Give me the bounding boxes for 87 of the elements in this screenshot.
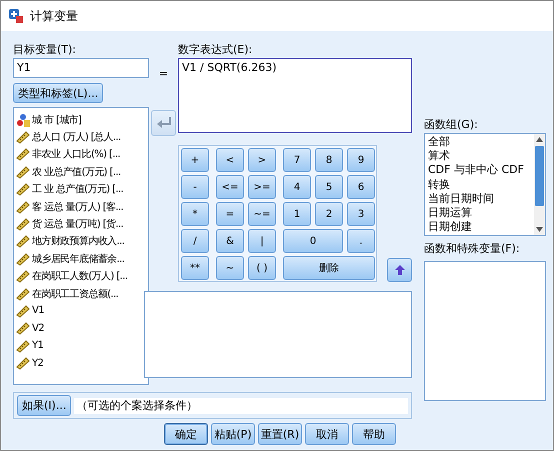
key-button[interactable]: >: [248, 148, 276, 172]
variable-name[interactable]: 地方财政预算内收入...: [32, 234, 124, 248]
variable-name[interactable]: 非农业 人口比(%) [...: [32, 147, 120, 162]
dialog-button[interactable]: 取消: [305, 423, 349, 445]
key-button[interactable]: >=: [248, 175, 276, 199]
key-button[interactable]: 7: [283, 148, 311, 172]
key-button[interactable]: 8: [315, 148, 343, 172]
nominal-variable-icon: [16, 112, 30, 127]
key-button[interactable]: 9: [347, 148, 375, 172]
equals-sign: =: [158, 67, 168, 80]
window-title: 计算变量: [30, 8, 78, 24]
condition-text: （可选的个案选择条件）: [74, 398, 408, 414]
key-button[interactable]: 1: [283, 202, 311, 226]
variable-name[interactable]: 货 运总 量(万吨) [货...: [32, 217, 124, 232]
key-button[interactable]: ( ): [248, 256, 276, 280]
if-button[interactable]: 如果(I)...: [17, 395, 72, 416]
variable-name[interactable]: 客 运总 量(万人) [客...: [32, 200, 124, 214]
key-button[interactable]: 4: [283, 175, 311, 199]
function-group-item[interactable]: 日期创建: [428, 220, 531, 234]
variable-name[interactable]: 总人口 (万人) [总人...: [32, 130, 121, 144]
variable-name[interactable]: V2: [32, 322, 44, 334]
key-button[interactable]: *: [181, 202, 209, 226]
function-group-item[interactable]: 转换: [428, 178, 531, 192]
key-button[interactable]: .: [347, 229, 375, 253]
ruler-icon: [16, 286, 30, 301]
key-button[interactable]: |: [248, 229, 276, 253]
key-button[interactable]: <=: [216, 175, 244, 199]
key-button[interactable]: 2: [315, 202, 343, 226]
function-group-item[interactable]: 算术: [428, 149, 531, 164]
ruler-icon: [16, 217, 30, 232]
dialog-button[interactable]: 帮助: [352, 423, 396, 445]
function-group-item[interactable]: CDF 与非中心 CDF: [428, 163, 531, 178]
key-button[interactable]: **: [181, 256, 209, 280]
expression-label: 数字表达式(E):: [178, 43, 254, 57]
functions-label: 函数和特殊变量(F):: [424, 242, 521, 256]
up-arrow-icon: [394, 265, 404, 275]
scroll-up-icon[interactable]: [536, 137, 543, 142]
ruler-icon: [16, 200, 30, 214]
dialog-button[interactable]: 确定: [164, 423, 208, 445]
key-button[interactable]: 3: [347, 202, 375, 226]
dialog-button[interactable]: 重置(R): [258, 423, 302, 445]
key-button[interactable]: <: [216, 148, 244, 172]
variable-name[interactable]: 在岗职工工资总额(...: [32, 286, 118, 301]
variable-name[interactable]: Y1: [32, 340, 44, 352]
key-button[interactable]: 0: [283, 229, 343, 253]
key-button[interactable]: ~=: [248, 202, 276, 226]
ruler-icon: [16, 164, 30, 179]
function-group-item[interactable]: 当前日期时间: [428, 192, 531, 206]
return-arrow-icon: [156, 117, 170, 129]
dialog-button[interactable]: 粘贴(P): [211, 423, 255, 445]
expression-field[interactable]: V1 / SQRT(6.263): [178, 58, 412, 133]
variable-name[interactable]: Y2: [32, 358, 44, 369]
target-variable-field[interactable]: Y1: [13, 58, 149, 78]
key-button[interactable]: ~: [216, 256, 244, 280]
ruler-icon: [16, 269, 30, 284]
ruler-icon: [16, 182, 30, 196]
key-button[interactable]: -: [181, 175, 209, 199]
ruler-icon: [16, 338, 30, 353]
app-icon: [8, 8, 24, 24]
variable-name[interactable]: 农 业总产值(万元) [...: [32, 164, 121, 179]
ruler-icon: [16, 147, 30, 162]
key-button[interactable]: 5: [315, 175, 343, 199]
key-button[interactable]: &: [216, 229, 244, 253]
ruler-icon: [16, 252, 30, 266]
ruler-icon: [16, 130, 30, 144]
scroll-down-icon[interactable]: [536, 227, 543, 232]
key-button[interactable]: 删除: [283, 256, 375, 280]
function-group-label: 函数组(G):: [424, 118, 479, 132]
variable-name[interactable]: 城 市 [城市]: [32, 112, 82, 127]
variable-name[interactable]: 城乡居民年底储蓄余...: [32, 252, 124, 266]
target-variable-label: 目标变量(T):: [13, 43, 78, 57]
ruler-icon: [16, 321, 30, 336]
ruler-icon: [16, 304, 30, 318]
key-button[interactable]: /: [181, 229, 209, 253]
function-group-item[interactable]: 日期运算: [428, 206, 531, 220]
key-button[interactable]: 6: [347, 175, 375, 199]
scrollbar[interactable]: [534, 134, 545, 235]
function-group-item[interactable]: 全部: [428, 135, 531, 150]
key-button[interactable]: +: [181, 148, 209, 172]
insert-function-button[interactable]: [387, 258, 412, 282]
key-button[interactable]: =: [216, 202, 244, 226]
variable-name[interactable]: V1: [32, 305, 44, 316]
variable-name[interactable]: 工 业 总产值(万元) [...: [32, 182, 124, 196]
ruler-icon: [16, 356, 30, 370]
variable-name[interactable]: 在岗职工人数(万人) [...: [32, 269, 128, 284]
type-and-label-button[interactable]: 类型和标签(L)...: [13, 83, 104, 103]
ruler-icon: [16, 234, 30, 248]
